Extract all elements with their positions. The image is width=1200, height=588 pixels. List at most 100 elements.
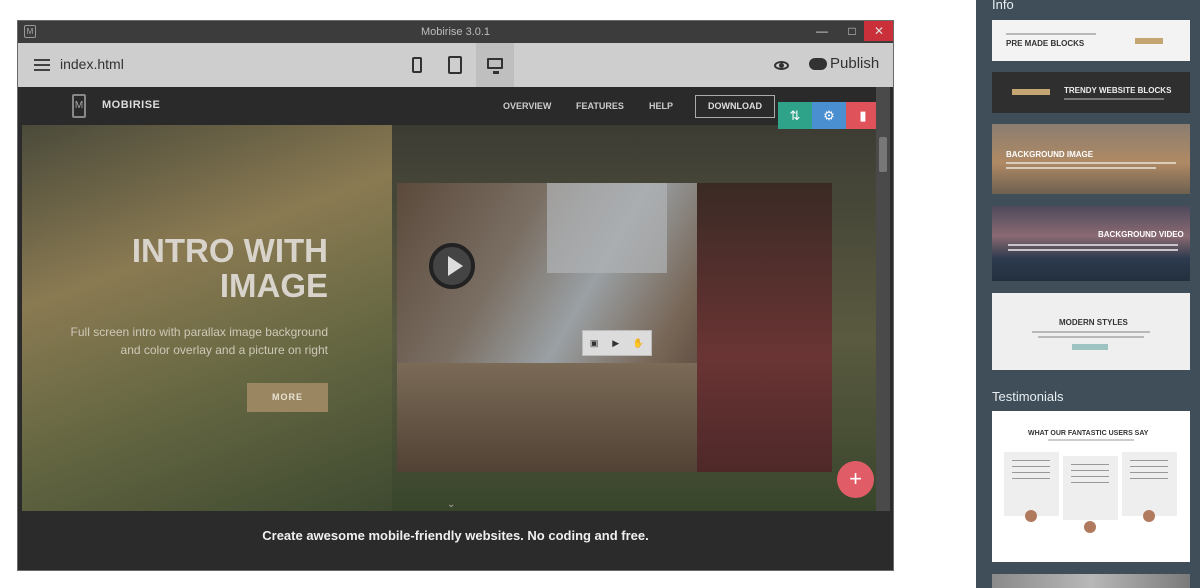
scrollbar-thumb[interactable] <box>879 137 887 172</box>
minimize-button[interactable]: — <box>807 21 837 41</box>
trash-icon: ▮ <box>859 108 867 123</box>
tablet-view-button[interactable] <box>436 43 474 87</box>
card-title: BACKGROUND IMAGE <box>1006 150 1094 159</box>
thumb-icon[interactable]: ✋ <box>633 338 644 349</box>
chevron-down-icon[interactable]: ⌄ <box>447 499 455 510</box>
preview-eye-icon[interactable] <box>774 61 789 70</box>
block-settings-button[interactable]: ⚙ <box>812 102 846 129</box>
testimonial-line <box>1012 472 1050 473</box>
card-title: TRENDY WEBSITE BLOCKS <box>1064 86 1172 95</box>
hero-background <box>22 125 392 511</box>
more-button[interactable]: MORE <box>247 383 328 412</box>
delete-block-button[interactable]: ▮ <box>846 102 876 129</box>
block-card-background-video[interactable]: BACKGROUND VIDEO <box>992 206 1190 281</box>
canvas-scrollbar[interactable] <box>876 87 890 511</box>
avatar <box>1143 510 1155 522</box>
blocks-panel: Info PRE MADE BLOCKS TRENDY WEBSITE BLOC… <box>976 0 1200 588</box>
menu-icon[interactable] <box>34 59 50 71</box>
card-line <box>1008 244 1178 246</box>
card-line <box>1038 336 1144 338</box>
site-canvas: M MOBIRISE OVERVIEW FEATURES HELP DOWNLO… <box>22 87 876 511</box>
card-line <box>1006 162 1176 164</box>
app-window: M Mobirise 3.0.1 — □ ✕ index.html Publis… <box>17 20 894 571</box>
photo-person <box>697 183 832 472</box>
testimonial-card <box>1122 452 1177 522</box>
block-card-background-image[interactable]: BACKGROUND IMAGE <box>992 124 1190 194</box>
play-icon[interactable] <box>429 243 475 289</box>
block-card-modern-styles[interactable]: MODERN STYLES <box>992 293 1190 370</box>
testimonial-line <box>1071 476 1109 477</box>
editor-toolbar: index.html Publish <box>18 43 893 87</box>
card-title: PRE MADE BLOCKS <box>1006 39 1085 48</box>
card-line <box>1048 439 1134 441</box>
card-line <box>1006 33 1096 35</box>
desktop-icon <box>487 58 503 74</box>
plus-icon: + <box>849 466 862 491</box>
testimonial-line <box>1130 460 1168 461</box>
filename-label: index.html <box>60 56 124 72</box>
hero-title-line1: INTRO WITH <box>131 232 328 269</box>
move-block-button[interactable]: ⇅ <box>778 102 812 129</box>
block-card-premade[interactable]: PRE MADE BLOCKS <box>992 20 1190 61</box>
card-button <box>1012 89 1050 95</box>
add-block-button[interactable]: + <box>837 461 874 498</box>
testimonial-card <box>1063 456 1118 533</box>
block-card-trendy[interactable]: TRENDY WEBSITE BLOCKS <box>992 72 1190 113</box>
hero-title-line2: IMAGE <box>219 267 328 304</box>
testimonial-line <box>1012 460 1050 461</box>
avatar <box>1025 510 1037 522</box>
download-button[interactable]: DOWNLOAD <box>695 95 775 118</box>
cloud-upload-icon[interactable] <box>809 58 827 70</box>
hero-subtitle-line1: Full screen intro with parallax image ba… <box>70 325 328 339</box>
image-icon[interactable]: ▣ <box>590 338 599 349</box>
hero-image[interactable]: ▣ ▶ ✋ <box>397 183 832 472</box>
testimonial-line <box>1130 472 1168 473</box>
desktop-view-button[interactable] <box>476 43 514 87</box>
block-card-testimonials[interactable]: WHAT OUR FANTASTIC USERS SAY <box>992 411 1190 562</box>
mobile-view-button[interactable] <box>398 43 436 87</box>
card-title: MODERN STYLES <box>1059 318 1128 327</box>
video-icon[interactable]: ▶ <box>612 338 619 349</box>
image-tools: ▣ ▶ ✋ <box>582 330 652 356</box>
tablet-icon <box>448 56 462 74</box>
hero-title[interactable]: INTRO WITH IMAGE <box>28 233 328 303</box>
testimonial-card <box>1004 452 1059 522</box>
card-title: WHAT OUR FANTASTIC USERS SAY <box>1028 430 1149 437</box>
app-logo-icon: M <box>24 25 36 38</box>
hero-subtitle[interactable]: Full screen intro with parallax image ba… <box>28 323 328 359</box>
hero-subtitle-line2: and color overlay and a picture on right <box>120 343 328 357</box>
block-card-next[interactable] <box>992 574 1190 588</box>
publish-button[interactable]: Publish <box>830 55 879 72</box>
card-line <box>1006 167 1156 169</box>
card-title: BACKGROUND VIDEO <box>1098 230 1184 239</box>
caption-text: Create awesome mobile-friendly websites.… <box>18 514 893 570</box>
card-line <box>1064 98 1164 100</box>
maximize-button[interactable]: □ <box>837 21 867 41</box>
nav-help[interactable]: HELP <box>649 101 673 111</box>
avatar <box>1084 521 1096 533</box>
testimonial-line <box>1012 466 1050 467</box>
testimonial-line <box>1012 478 1050 479</box>
testimonial-line <box>1130 478 1168 479</box>
testimonial-line <box>1071 482 1109 483</box>
window-title: Mobirise 3.0.1 <box>420 26 491 38</box>
gear-icon: ⚙ <box>823 108 835 123</box>
photo-window <box>547 183 667 273</box>
card-button <box>1072 344 1108 350</box>
testimonial-line <box>1071 464 1109 465</box>
brand-name[interactable]: MOBIRISE <box>102 99 160 111</box>
testimonial-line <box>1071 470 1109 471</box>
nav-overview[interactable]: OVERVIEW <box>503 101 551 111</box>
card-line <box>1032 331 1150 333</box>
info-heading: Info <box>992 0 1014 12</box>
card-button <box>1135 38 1163 44</box>
close-window-button[interactable]: ✕ <box>864 21 893 41</box>
title-bar: M Mobirise 3.0.1 — □ ✕ <box>18 21 893 43</box>
testimonials-heading: Testimonials <box>992 389 1064 404</box>
brand-logo-icon[interactable]: M <box>72 94 86 118</box>
card-line <box>1008 249 1178 251</box>
testimonial-line <box>1130 466 1168 467</box>
move-icon: ⇅ <box>789 108 801 123</box>
nav-features[interactable]: FEATURES <box>576 101 624 111</box>
site-navbar: M MOBIRISE OVERVIEW FEATURES HELP DOWNLO… <box>22 87 876 125</box>
